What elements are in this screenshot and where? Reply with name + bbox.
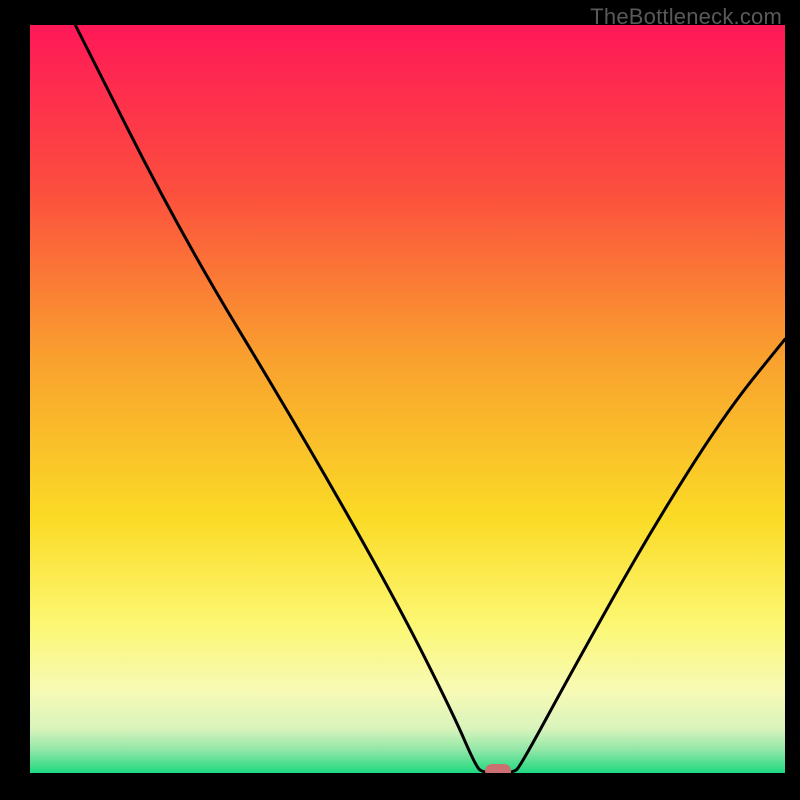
bottleneck-curve	[75, 25, 785, 773]
optimum-marker	[485, 764, 511, 773]
chart-frame: TheBottleneck.com	[0, 0, 800, 800]
curve-layer	[30, 25, 785, 773]
plot-area	[30, 25, 785, 773]
